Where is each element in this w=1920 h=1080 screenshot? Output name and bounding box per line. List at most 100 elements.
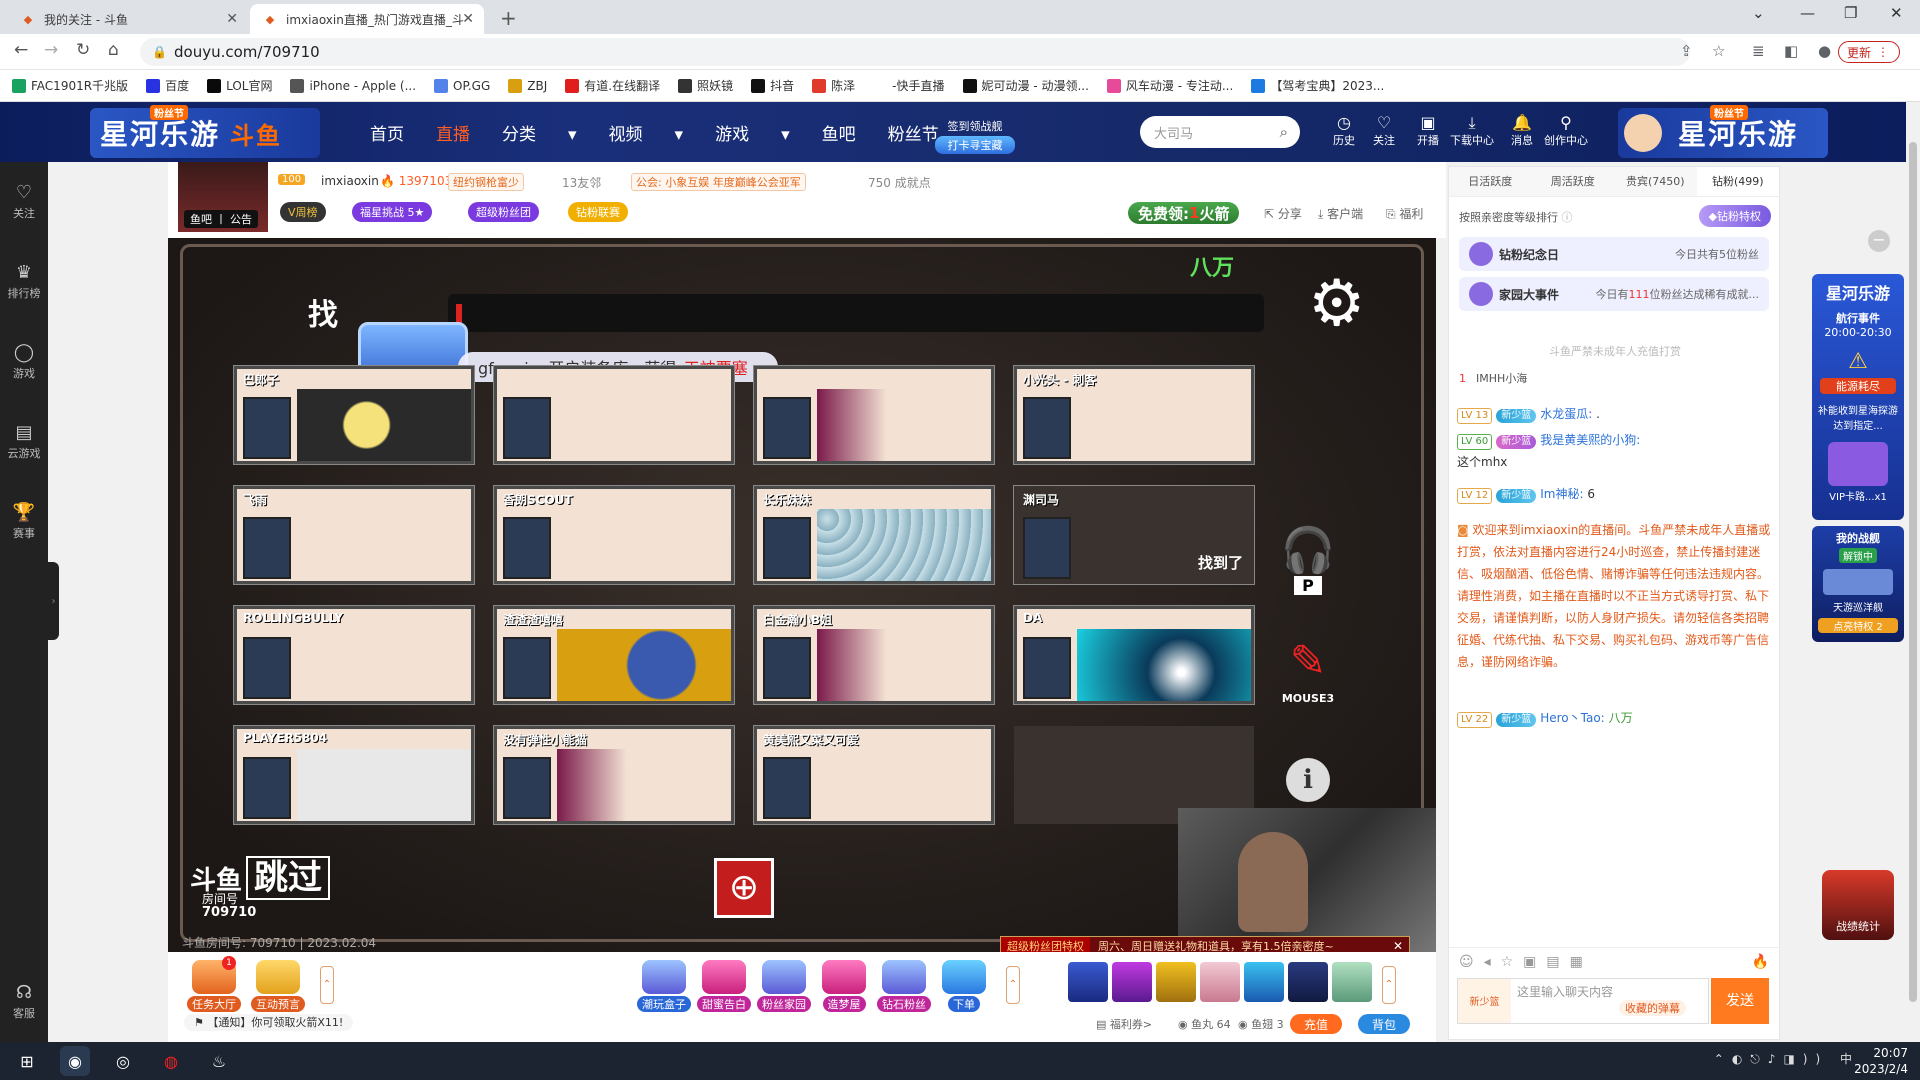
coupon-link[interactable]: ▤ 福利券> xyxy=(1096,1016,1152,1032)
my-battleship-card[interactable]: 我的战舰 解锁中 天游巡洋舰 点亮特权 2 xyxy=(1812,526,1904,642)
netease-music-icon[interactable]: ◍ xyxy=(156,1046,186,1076)
tab-weekly-active[interactable]: 周活跃度 xyxy=(1532,167,1615,196)
task-hall-button[interactable]: 1 任务大厅 xyxy=(184,956,244,1012)
bookmark-item[interactable]: ZBJ xyxy=(508,78,547,93)
share-link[interactable]: ⇱ 分享 xyxy=(1264,205,1302,222)
bookmark-item[interactable]: 抖音 xyxy=(751,77,794,94)
share-icon[interactable]: ⇪ xyxy=(1680,42,1693,60)
close-tab-icon[interactable]: ✕ xyxy=(462,11,474,27)
profile-icon[interactable]: ● xyxy=(1818,42,1831,60)
achievement-points[interactable]: 750 成就点 xyxy=(868,174,931,191)
gift-icon[interactable] xyxy=(1332,962,1372,1002)
sidebar-item-0[interactable]: ♡ 关注 xyxy=(0,182,48,221)
gift-icon[interactable] xyxy=(1112,962,1152,1002)
chat-message[interactable]: LV 12 新少篮 Im神秘: 6 xyxy=(1457,483,1775,505)
chat-username[interactable]: Hero丶Tao: xyxy=(1540,711,1605,725)
bookmark-item[interactable]: 有道.在线翻译 xyxy=(565,77,660,94)
bookmark-item[interactable]: 风车动漫 - 专注动... xyxy=(1106,77,1233,94)
nav-video[interactable]: 视频 ▾ xyxy=(609,120,684,145)
bookmark-item[interactable]: 照妖镜 xyxy=(678,77,733,94)
sidebar-item-3[interactable]: ▤ 云游戏 xyxy=(0,422,48,461)
tab-diamond-fans[interactable]: 钻粉(499) xyxy=(1696,167,1779,196)
streamer-tag[interactable]: 纽约钢枪富少 xyxy=(448,173,524,191)
minimize-icon[interactable]: — xyxy=(1800,4,1815,22)
dream-house-button[interactable]: 造梦屋 xyxy=(814,960,874,1012)
bookmark-item[interactable]: 妮可动漫 - 动漫领... xyxy=(962,77,1089,94)
header-nav-3[interactable]: ⤓ 下载中心 xyxy=(1450,114,1494,148)
voyage-event-card[interactable]: 星河乐游 航行事件 20:00-20:30 ⚠ 能源耗尽 补能收到星海探游达到指… xyxy=(1812,274,1904,520)
bag-button[interactable]: 背包 xyxy=(1358,1014,1411,1034)
chat-username[interactable]: 我是黄美熙的小狗: xyxy=(1540,433,1640,447)
diamond-privilege-button[interactable]: ◆ 钻粉特权 xyxy=(1698,205,1771,227)
system-clock[interactable]: 20:07 2023/2/4 xyxy=(1854,1045,1908,1077)
douyu-logo[interactable]: 粉丝节 星河乐游 斗鱼 xyxy=(90,105,320,158)
header-nav-2[interactable]: ▣ 开播 xyxy=(1406,114,1450,148)
collapse-icon[interactable]: − xyxy=(1868,230,1890,252)
guild-tag[interactable]: 公会: 小象互娱 年度巅峰公会亚军 xyxy=(631,173,806,191)
tab-vip[interactable]: 贵宾(7450) xyxy=(1614,167,1697,196)
nav-game[interactable]: 游戏 ▾ xyxy=(715,120,790,145)
avatar-label[interactable]: 鱼吧 丨 公告 xyxy=(184,210,258,228)
bookmark-item[interactable]: LOL官网 xyxy=(207,77,272,94)
bookmark-item[interactable]: 百度 xyxy=(146,77,189,94)
nav-fan-festival[interactable]: 粉丝节 xyxy=(888,120,939,145)
reading-list-icon[interactable]: ≣ xyxy=(1752,42,1765,60)
chat-username[interactable]: Im神秘: xyxy=(1540,487,1583,501)
nav-home[interactable]: 首页 xyxy=(370,120,404,145)
windows-start-icon[interactable]: ⊞ xyxy=(12,1046,42,1076)
close-tab-icon[interactable]: ✕ xyxy=(226,11,238,27)
header-nav-4[interactable]: 🔔 消息 xyxy=(1500,114,1544,148)
lucky-challenge-pill[interactable]: 福星挑战 5★ xyxy=(352,202,433,222)
star-icon[interactable]: ☆ xyxy=(1712,42,1725,60)
gift-icon[interactable] xyxy=(1068,962,1108,1002)
scroll-thumb[interactable] xyxy=(1909,142,1917,1002)
chat-username[interactable]: 水龙蛋瓜: xyxy=(1540,407,1592,421)
gift-icon[interactable] xyxy=(1244,962,1284,1002)
nav-fishbar[interactable]: 鱼吧 xyxy=(822,120,856,145)
order-button[interactable]: 下单 xyxy=(934,960,994,1012)
gift-icon[interactable] xyxy=(1200,962,1240,1002)
sidebar-item-4[interactable]: 🏆 赛事 xyxy=(0,502,48,541)
free-rocket-button[interactable]: 免费领: 1 火箭 xyxy=(1128,202,1240,224)
welfare-link[interactable]: ⎘ 福利 xyxy=(1386,205,1423,222)
top-fan-row[interactable]: 1 IMHH小海 xyxy=(1459,369,1773,387)
friends-count[interactable]: 13友邻 xyxy=(562,174,601,191)
fan-home-button[interactable]: 粉丝家园 xyxy=(754,960,814,1012)
steam-icon[interactable]: ♨ xyxy=(204,1046,234,1076)
search-icon[interactable]: ⌕ xyxy=(1280,123,1288,141)
saved-barrage-button[interactable]: 收藏的弹幕 xyxy=(1619,1000,1686,1016)
fan-festival-banner[interactable]: 粉丝节 星河乐游 xyxy=(1618,105,1828,158)
new-tab-icon[interactable]: + xyxy=(500,6,517,30)
super-fan-pill[interactable]: 超级粉丝团 xyxy=(468,202,539,222)
bookmark-item[interactable]: 陈泽 xyxy=(812,77,855,94)
diamond-league-pill[interactable]: 钻粉联赛 xyxy=(568,202,628,222)
header-nav-1[interactable]: ♡ 关注 xyxy=(1362,114,1406,148)
home-icon[interactable]: ⌂ xyxy=(108,40,119,60)
reload-icon[interactable]: ↻ xyxy=(76,40,90,60)
bookmark-item[interactable]: FAC1901R千兆版 xyxy=(12,77,128,94)
video-player[interactable]: 八万 ⚙ 找 gfuggjvg开启装备库，获得:天神要塞 巴郎子小光头 - 刺客… xyxy=(168,238,1436,952)
nav-category[interactable]: 分类 ▾ xyxy=(502,120,577,145)
nav-live[interactable]: 直播 xyxy=(436,120,470,145)
prediction-button[interactable]: 互动预言 xyxy=(248,960,308,1012)
home-event-banner[interactable]: 家园大事件 今日有111位粉丝达成稀有成就... xyxy=(1459,277,1769,311)
toy-box-button[interactable]: 潮玩盒子 xyxy=(634,960,694,1012)
fan-anniversary-banner[interactable]: 钻粉纪念日 今日共有5位粉丝 xyxy=(1459,237,1769,271)
update-button[interactable]: 更新 ⋮ xyxy=(1837,41,1900,63)
expand-gifts-icon[interactable]: ⌃ xyxy=(1382,966,1396,1004)
user-avatar[interactable] xyxy=(1624,114,1662,152)
bookmark-item[interactable]: -快手直播 xyxy=(873,77,945,94)
search-input[interactable]: 大司马 ⌕ xyxy=(1140,116,1300,148)
chat-message[interactable]: LV 22 新少篮 Hero丶Tao: 八万 xyxy=(1457,707,1775,729)
battle-stats-button[interactable]: 战绩统计 xyxy=(1822,870,1894,940)
window-close-icon[interactable]: ✕ xyxy=(1890,4,1903,22)
fan-sticker-button[interactable]: 新少篮 xyxy=(1457,978,1511,1024)
sidebar-item-1[interactable]: ♛ 排行榜 xyxy=(0,262,48,301)
client-link[interactable]: ⤓ 客户端 xyxy=(1318,205,1363,222)
browser-tab-follow[interactable]: ◆ 我的关注 - 斗鱼 ✕ xyxy=(8,4,248,34)
send-button[interactable]: 发送 xyxy=(1711,978,1769,1024)
close-icon[interactable]: ✕ xyxy=(1387,939,1409,953)
app-icon[interactable]: ◎ xyxy=(108,1046,138,1076)
chat-tool-icons[interactable]: ☺◂☆▣▤▦ xyxy=(1459,954,1593,970)
page-scrollbar[interactable] xyxy=(1906,102,1920,1042)
